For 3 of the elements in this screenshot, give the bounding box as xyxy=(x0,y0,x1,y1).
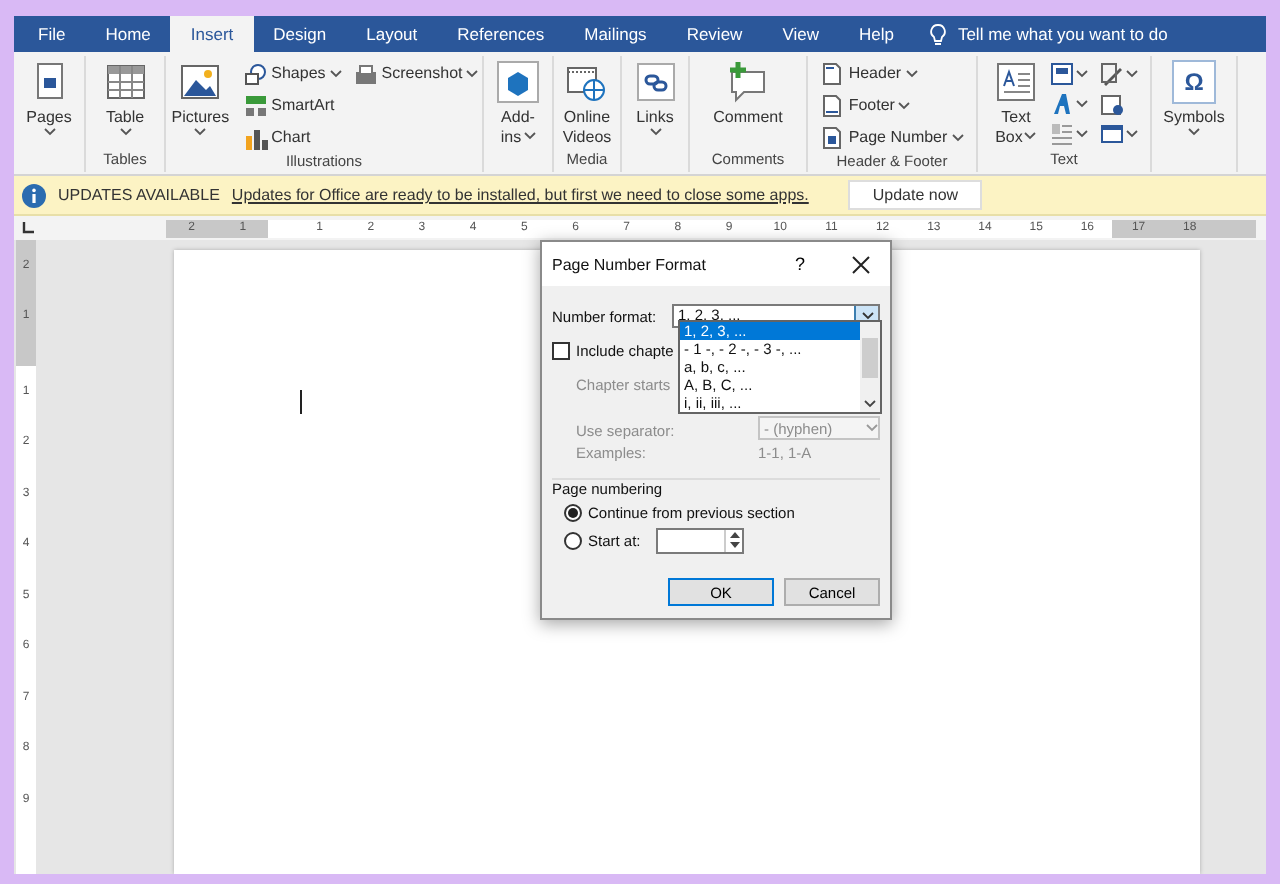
update-title: UPDATES AVAILABLE xyxy=(58,186,220,204)
omega-symbol: Ω xyxy=(1172,60,1216,104)
dialog-title: Page Number Format xyxy=(552,255,708,273)
